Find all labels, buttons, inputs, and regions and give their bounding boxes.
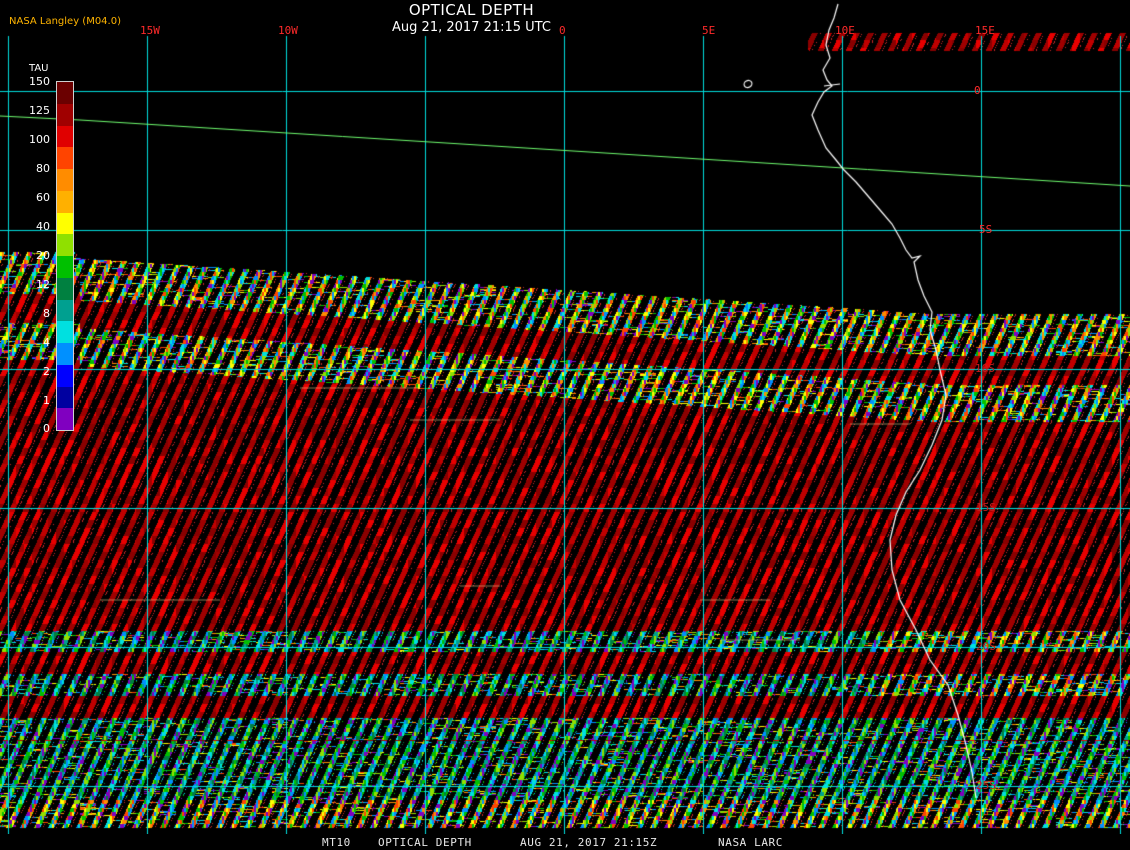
legend-title: TAU	[29, 63, 49, 74]
color-bar-segment	[57, 321, 73, 343]
legend-tick: 20	[36, 249, 50, 262]
color-bar-segment	[57, 147, 73, 169]
color-bar-segment	[57, 299, 73, 322]
color-bar-segment	[57, 125, 73, 148]
color-bar-segment	[57, 364, 73, 387]
map-title: OPTICAL DEPTH	[408, 1, 535, 19]
color-bar-segment	[57, 190, 73, 213]
lat-label-0: 0	[974, 84, 981, 97]
optical-depth-map	[0, 0, 1130, 850]
legend-tick: 100	[29, 133, 50, 146]
lon-label-10e: 10E	[835, 24, 855, 37]
lon-label-0: 0	[559, 24, 566, 37]
legend-tick: 0	[43, 422, 50, 435]
footer-agency: NASA LARC	[718, 836, 784, 849]
legend-tick: 150	[29, 75, 50, 88]
legend-tick: 12	[36, 278, 50, 291]
legend-tick: 80	[36, 162, 50, 175]
color-bar-segment	[57, 103, 73, 126]
color-bar-segment	[57, 234, 73, 256]
color-bar-segment	[57, 169, 73, 191]
color-bar-segment	[57, 408, 73, 430]
credit-label: NASA Langley (M04.0)	[9, 16, 121, 27]
footer-product: OPTICAL DEPTH	[378, 836, 472, 849]
lon-label-15w: 15W	[140, 24, 160, 37]
legend-tick: 125	[29, 104, 50, 117]
color-bar-segment	[57, 82, 73, 104]
color-bar-segment	[57, 386, 73, 409]
lat-label-10s: 10S	[975, 362, 995, 375]
legend-tick: 40	[36, 220, 50, 233]
color-bar-segment	[57, 343, 73, 365]
color-bar-segment	[57, 256, 73, 278]
color-bar	[56, 81, 74, 431]
footer-bar: MT10 OPTICAL DEPTH AUG 21, 2017 21:15Z N…	[0, 834, 1130, 850]
lon-label-15e: 15E	[975, 24, 995, 37]
lat-label-5s: 5S	[979, 223, 993, 236]
legend-tick: 4	[43, 336, 50, 349]
footer-time: AUG 21, 2017 21:15Z	[520, 836, 658, 849]
lat-label-20s: 20S	[976, 640, 996, 653]
lat-label-15s: 15S	[976, 501, 996, 514]
lat-label-25s: 25S	[976, 779, 996, 792]
lon-label-5e: 5E	[702, 24, 716, 37]
color-bar-segment	[57, 277, 73, 300]
legend-tick: 8	[43, 307, 50, 320]
footer-id: MT10	[322, 836, 351, 849]
color-bar-segment	[57, 212, 73, 235]
legend-tick: 1	[43, 394, 50, 407]
legend-tick: 60	[36, 191, 50, 204]
legend-tick: 2	[43, 365, 50, 378]
lon-label-10w: 10W	[278, 24, 298, 37]
